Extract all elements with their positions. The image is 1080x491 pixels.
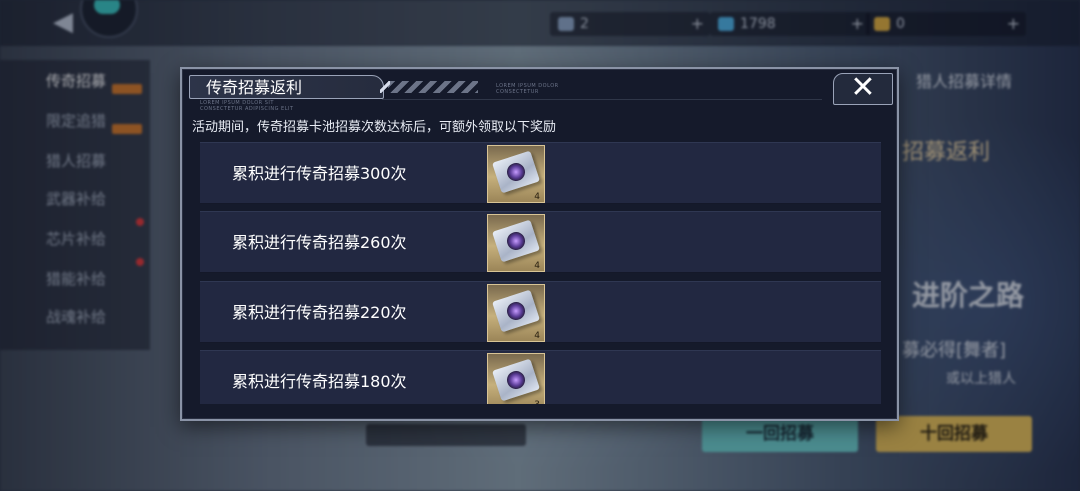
reward-row: 累积进行传奇招募300次 4 xyxy=(200,142,881,204)
reward-row: 累积进行传奇招募260次 4 xyxy=(200,211,881,273)
item-count: 4 xyxy=(534,261,540,271)
reward-condition: 累积进行传奇招募180次 xyxy=(232,372,407,391)
modal-title: 传奇招募返利 xyxy=(189,75,384,99)
close-icon: ✕ xyxy=(850,70,876,105)
decorative-caption-right: LOREM IPSUM DOLOR CONSECTETUR xyxy=(496,83,559,95)
close-button[interactable]: ✕ xyxy=(833,73,893,105)
reward-item[interactable]: 4 xyxy=(487,284,545,342)
recruit-card-icon xyxy=(492,219,540,263)
reward-condition: 累积进行传奇招募300次 xyxy=(232,164,407,183)
item-count: 4 xyxy=(534,331,540,341)
reward-item[interactable]: 4 xyxy=(487,214,545,272)
item-count: 4 xyxy=(534,192,540,202)
decorative-stripes xyxy=(380,81,478,93)
reward-condition: 累积进行传奇招募260次 xyxy=(232,233,407,252)
event-description: 活动期间，传奇招募卡池招募次数达标后，可额外领取以下奖励 xyxy=(192,120,557,135)
reward-item[interactable]: 3 xyxy=(487,353,545,404)
header-divider xyxy=(382,99,822,100)
reward-item[interactable]: 4 xyxy=(487,145,545,203)
item-count: 3 xyxy=(534,400,540,404)
reward-row: 累积进行传奇招募180次 3 xyxy=(200,350,881,404)
rebate-modal: 传奇招募返利 LOREM IPSUM DOLOR SIT CONSECTETUR… xyxy=(180,67,899,421)
recruit-card-icon xyxy=(492,150,540,194)
recruit-card-icon xyxy=(492,358,540,402)
reward-row: 累积进行传奇招募220次 4 xyxy=(200,281,881,343)
reward-list[interactable]: 累积进行传奇招募300次 4 累积进行传奇招募260次 4 累积进行传奇招募22… xyxy=(200,142,881,404)
reward-condition: 累积进行传奇招募220次 xyxy=(232,303,407,322)
recruit-card-icon xyxy=(492,289,540,333)
decorative-caption: LOREM IPSUM DOLOR SIT CONSECTETUR ADIPIS… xyxy=(200,100,294,112)
